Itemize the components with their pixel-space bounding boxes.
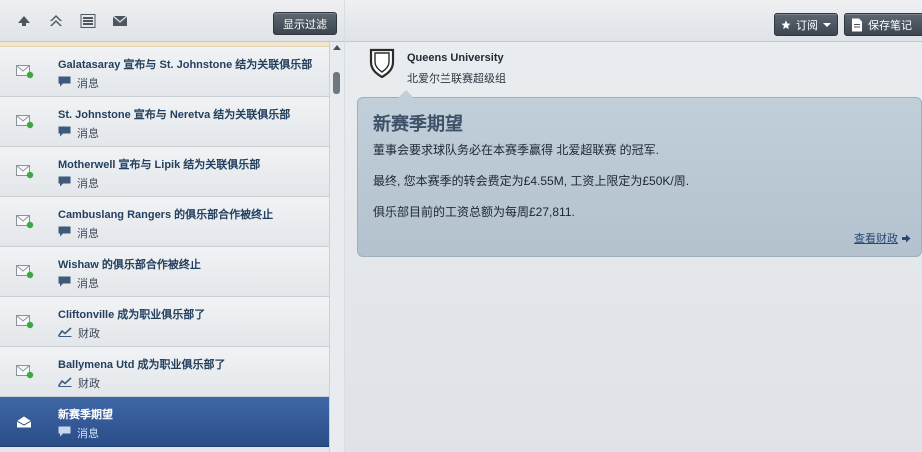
- inbox-scrollbar[interactable]: [329, 42, 344, 452]
- inbox-item-title: St. Johnstone 宣布与 Neretva 结为关联俱乐部: [58, 109, 291, 121]
- inbox-toolbar: 显示过滤: [0, 0, 344, 42]
- inbox-item[interactable]: Motherwell 宣布与 Lipik 结为关联俱乐部消息: [0, 147, 329, 197]
- inbox-item-category: 财政: [57, 325, 100, 341]
- inbox-item-category-label: 消息: [77, 228, 99, 240]
- inbox-item-category: 消息: [58, 125, 99, 141]
- arrow-up-icon[interactable]: [15, 13, 33, 29]
- speech-bubble-icon: [58, 276, 71, 290]
- message-line-objective: 董事会要求球队务必在本赛季赢得 北爱超联赛 的冠军.: [373, 143, 660, 157]
- inbox-item[interactable]: Ballymena Utd 成为职业俱乐部了财政: [0, 347, 329, 397]
- inbox-item[interactable]: 新赛季期望 消息: [0, 397, 329, 447]
- view-finances-link[interactable]: 查看财政: [854, 230, 911, 246]
- club-name[interactable]: Queens University: [407, 52, 504, 64]
- subscribe-label: 订阅: [796, 19, 818, 32]
- unread-envelope-icon: [16, 165, 34, 179]
- speech-bubble-icon: [58, 76, 71, 90]
- inbox-item-category: 消息: [58, 425, 99, 441]
- mail-icon[interactable]: [111, 13, 129, 29]
- finance-chart-icon: [57, 376, 72, 390]
- inbox-item[interactable]: St. Johnstone 宣布与 Neretva 结为关联俱乐部消息: [0, 97, 329, 147]
- speech-bubble-icon: [58, 426, 71, 440]
- message-toolbar: 订阅 保存笔记: [345, 0, 922, 42]
- speech-bubble-icon: [58, 176, 71, 190]
- unread-envelope-icon: [16, 215, 34, 229]
- unread-envelope-icon: [16, 315, 34, 329]
- message-card: 新赛季期望 董事会要求球队务必在本赛季赢得 北爱超联赛 的冠军. 最终, 您本赛…: [357, 90, 922, 257]
- unread-envelope-icon: [16, 365, 34, 379]
- scroll-up-arrow-icon[interactable]: [333, 45, 341, 50]
- message-content: Queens University 北爱尔兰联赛超级组 新赛季期望 董事会要求球…: [345, 42, 922, 452]
- inbox-item-title: 新赛季期望: [58, 409, 113, 421]
- speech-bubble-icon: [58, 226, 71, 240]
- list-icon[interactable]: [79, 13, 97, 29]
- message-line-wages: 俱乐部目前的工资总额为每周£27,811.: [373, 205, 575, 219]
- unread-envelope-icon: [16, 65, 34, 79]
- inbox-item[interactable]: Cliftonville 成为职业俱乐部了财政: [0, 297, 329, 347]
- inbox-item-category-label: 消息: [77, 278, 99, 290]
- inbox-panel: 显示过滤 Galatasaray 宣布与 St. Johnstone 结为关联俱…: [0, 0, 344, 452]
- inbox-list: Galatasaray 宣布与 St. Johnstone 结为关联俱乐部 消息 S…: [0, 42, 329, 452]
- inbox-item-title: Cambuslang Rangers 的俱乐部合作被终止: [58, 209, 274, 221]
- league-name[interactable]: 北爱尔兰联赛超级组: [407, 70, 506, 86]
- inbox-item-title: Motherwell 宣布与 Lipik 结为关联俱乐部: [58, 159, 261, 171]
- note-icon: [852, 18, 862, 31]
- double-chevron-up-icon[interactable]: [47, 13, 65, 29]
- inbox-item[interactable]: Wishaw 的俱乐部合作被终止消息: [0, 247, 329, 297]
- card-pointer: [398, 90, 414, 98]
- inbox-item-title: Wishaw 的俱乐部合作被终止: [58, 259, 201, 271]
- message-panel: 订阅 保存笔记 Queens University 北爱尔兰联赛超级组 新赛季期…: [345, 0, 922, 452]
- club-crest-icon: [369, 48, 395, 78]
- save-note-button[interactable]: 保存笔记: [844, 13, 922, 36]
- message-line-budget: 最终, 您本赛季的转会费定为£4.55M, 工资上限定为£50K/周.: [373, 174, 690, 188]
- unread-envelope-icon: [16, 265, 34, 279]
- inbox-item-category-label: 财政: [78, 328, 100, 340]
- show-filter-button[interactable]: 显示过滤: [273, 12, 337, 35]
- finance-chart-icon: [57, 326, 72, 340]
- inbox-item-category-label: 消息: [77, 428, 99, 440]
- inbox-item-title: Ballymena Utd 成为职业俱乐部了: [58, 359, 226, 371]
- speech-bubble-icon: [58, 126, 71, 140]
- inbox-item-category-label: 财政: [78, 378, 100, 390]
- message-title: 新赛季期望: [373, 114, 463, 134]
- inbox-item-category: 消息: [58, 75, 99, 91]
- inbox-item[interactable]: Cambuslang Rangers 的俱乐部合作被终止消息: [0, 197, 329, 247]
- save-note-label: 保存笔记: [868, 19, 912, 32]
- inbox-item-title: Cliftonville 成为职业俱乐部了: [58, 309, 206, 321]
- inbox-item-category-label: 消息: [77, 78, 99, 90]
- chevron-down-icon: [823, 22, 831, 27]
- subscribe-button[interactable]: 订阅: [774, 13, 838, 36]
- inbox-item-category: 消息: [58, 225, 99, 241]
- inbox-item-category: 消息: [58, 175, 99, 191]
- scroll-thumb[interactable]: [333, 72, 340, 94]
- open-envelope-icon: [16, 415, 32, 428]
- view-finances-label: 查看财政: [854, 233, 898, 245]
- arrow-right-icon: [902, 234, 911, 242]
- unread-envelope-icon: [16, 115, 34, 129]
- inbox-item-title: Galatasaray 宣布与 St. Johnstone 结为关联俱乐部: [58, 59, 313, 71]
- inbox-item-category: 消息: [58, 275, 99, 291]
- inbox-item-category: 财政: [57, 375, 100, 391]
- inbox-item[interactable]: Galatasaray 宣布与 St. Johnstone 结为关联俱乐部消息: [0, 47, 329, 97]
- star-icon: [781, 19, 791, 29]
- inbox-item-category-label: 消息: [77, 178, 99, 190]
- inbox-item-category-label: 消息: [77, 128, 99, 140]
